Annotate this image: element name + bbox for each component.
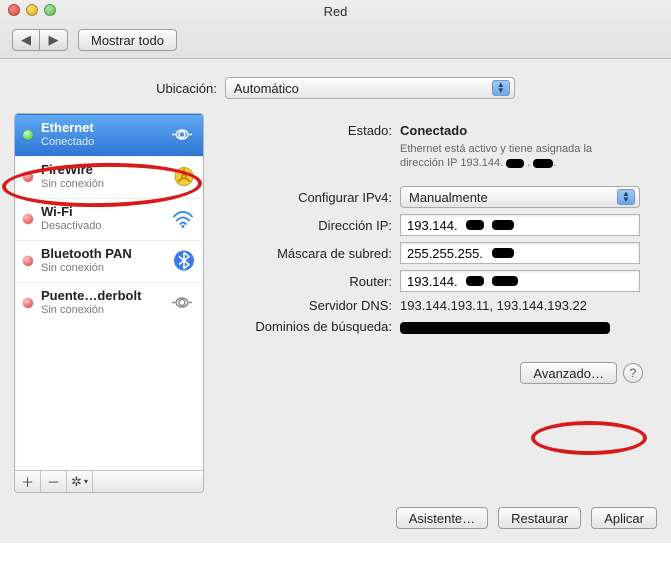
show-all-button[interactable]: Mostrar todo xyxy=(78,29,177,51)
sidebar-item-label: Ethernet xyxy=(41,121,94,135)
redacted-icon xyxy=(533,159,553,168)
location-row: Ubicación: Automático ▲▼ xyxy=(14,77,657,99)
remove-service-button[interactable]: － xyxy=(41,471,67,492)
advanced-button[interactable]: Avanzado… xyxy=(520,362,617,384)
status-sub-line1: Ethernet está activo y tiene asignada la xyxy=(400,143,592,155)
configure-ipv4-popup[interactable]: Manualmente ▲▼ xyxy=(400,186,640,208)
mask-label: Máscara de subred: xyxy=(222,246,392,261)
redacted-icon xyxy=(492,276,518,286)
sidebar-item-bluetooth[interactable]: Bluetooth PAN Sin conexión xyxy=(15,240,203,282)
status-dot-icon xyxy=(23,214,33,224)
traffic-lights xyxy=(8,4,56,16)
content-area: Ubicación: Automático ▲▼ Ethernet Conect… xyxy=(0,59,671,543)
location-label: Ubicación: xyxy=(156,81,217,96)
restore-button[interactable]: Restaurar xyxy=(498,507,581,529)
updown-icon: ▲▼ xyxy=(617,189,635,205)
status-dot-icon xyxy=(23,256,33,266)
status-sub-line2: dirección IP 193.144. xyxy=(400,157,503,169)
redacted-icon xyxy=(466,276,484,286)
assistant-button[interactable]: Asistente… xyxy=(396,507,488,529)
location-popup[interactable]: Automático ▲▼ xyxy=(225,77,515,99)
sidebar-item-label: Bluetooth PAN xyxy=(41,247,132,261)
configure-value: Manualmente xyxy=(409,190,488,205)
redacted-icon xyxy=(492,220,514,230)
status-label: Estado: xyxy=(222,123,392,138)
sidebar-item-thunderbolt-bridge[interactable]: Puente…derbolt Sin conexión xyxy=(15,282,203,324)
detail-form: Estado: Conectado Ethernet está activo y… xyxy=(222,123,647,334)
sidebar-item-status: Sin conexión xyxy=(41,261,132,275)
router-label: Router: xyxy=(222,274,392,289)
configure-label: Configurar IPv4: xyxy=(222,190,392,205)
chevron-right-icon: ▶ xyxy=(49,32,59,48)
subnet-mask-input[interactable] xyxy=(400,242,640,264)
sidebar-item-label: Wi-Fi xyxy=(41,205,102,219)
status-dot-icon xyxy=(23,172,33,182)
sidebar-item-ethernet[interactable]: Ethernet Conectado xyxy=(15,114,203,156)
service-sidebar: Ethernet Conectado FireWire Sin conexión xyxy=(14,113,204,493)
dns-label: Servidor DNS: xyxy=(222,298,392,313)
redacted-icon xyxy=(506,159,524,168)
sidebar-item-status: Sin conexión xyxy=(41,177,104,191)
search-domains-label: Dominios de búsqueda: xyxy=(222,319,392,334)
minimize-window-icon[interactable] xyxy=(26,4,38,16)
gear-icon: ✲ xyxy=(71,474,82,490)
toolbar: ◀ ▶ Mostrar todo xyxy=(0,22,671,58)
ethernet-icon xyxy=(169,125,195,146)
detail-panel: Estado: Conectado Ethernet está activo y… xyxy=(218,113,657,493)
redacted-icon xyxy=(400,322,610,334)
status-dot-icon xyxy=(23,298,33,308)
window-chrome: Red ◀ ▶ Mostrar todo xyxy=(0,0,671,59)
router-input[interactable] xyxy=(400,270,640,292)
sidebar-item-status: Conectado xyxy=(41,135,94,149)
close-window-icon[interactable] xyxy=(8,4,20,16)
apply-button[interactable]: Aplicar xyxy=(591,507,657,529)
updown-icon: ▲▼ xyxy=(492,80,510,96)
sidebar-item-firewire[interactable]: FireWire Sin conexión xyxy=(15,156,203,198)
main-row: Ethernet Conectado FireWire Sin conexión xyxy=(14,113,657,493)
service-actions-button[interactable]: ✲▾ xyxy=(67,471,93,492)
sidebar-item-wifi[interactable]: Wi-Fi Desactivado xyxy=(15,198,203,240)
redacted-icon xyxy=(466,220,484,230)
forward-button[interactable]: ▶ xyxy=(40,29,68,51)
status-dot-icon xyxy=(23,130,33,140)
sidebar-item-label: FireWire xyxy=(41,163,104,177)
nav-segment: ◀ ▶ xyxy=(12,29,68,51)
help-button[interactable]: ? xyxy=(623,363,643,383)
status-value: Conectado xyxy=(400,123,647,138)
window-title: Red xyxy=(324,4,348,19)
chevron-down-icon: ▾ xyxy=(84,477,88,486)
sidebar-item-label: Puente…derbolt xyxy=(41,289,141,303)
status-subtext: Ethernet está activo y tiene asignada la… xyxy=(400,142,647,170)
add-service-button[interactable]: ＋ xyxy=(15,471,41,492)
sidebar-footer: ＋ － ✲▾ xyxy=(15,470,203,492)
zoom-window-icon[interactable] xyxy=(44,4,56,16)
bridge-icon xyxy=(169,293,195,314)
titlebar: Red xyxy=(0,0,671,22)
bottom-bar: Asistente… Restaurar Aplicar xyxy=(14,507,657,529)
advanced-row: Avanzado… ? xyxy=(222,362,647,384)
firewire-icon xyxy=(173,165,195,190)
wifi-icon xyxy=(171,208,195,231)
location-value: Automático xyxy=(234,81,299,96)
dns-value: 193.144.193.11, 193.144.193.22 xyxy=(400,298,647,313)
sidebar-item-status: Sin conexión xyxy=(41,303,141,317)
ip-label: Dirección IP: xyxy=(222,218,392,233)
back-button[interactable]: ◀ xyxy=(12,29,40,51)
ip-input[interactable] xyxy=(400,214,640,236)
chevron-left-icon: ◀ xyxy=(21,32,31,48)
sidebar-item-status: Desactivado xyxy=(41,219,102,233)
bluetooth-icon xyxy=(173,249,195,274)
search-domains-value xyxy=(400,319,647,334)
redacted-icon xyxy=(492,248,514,258)
